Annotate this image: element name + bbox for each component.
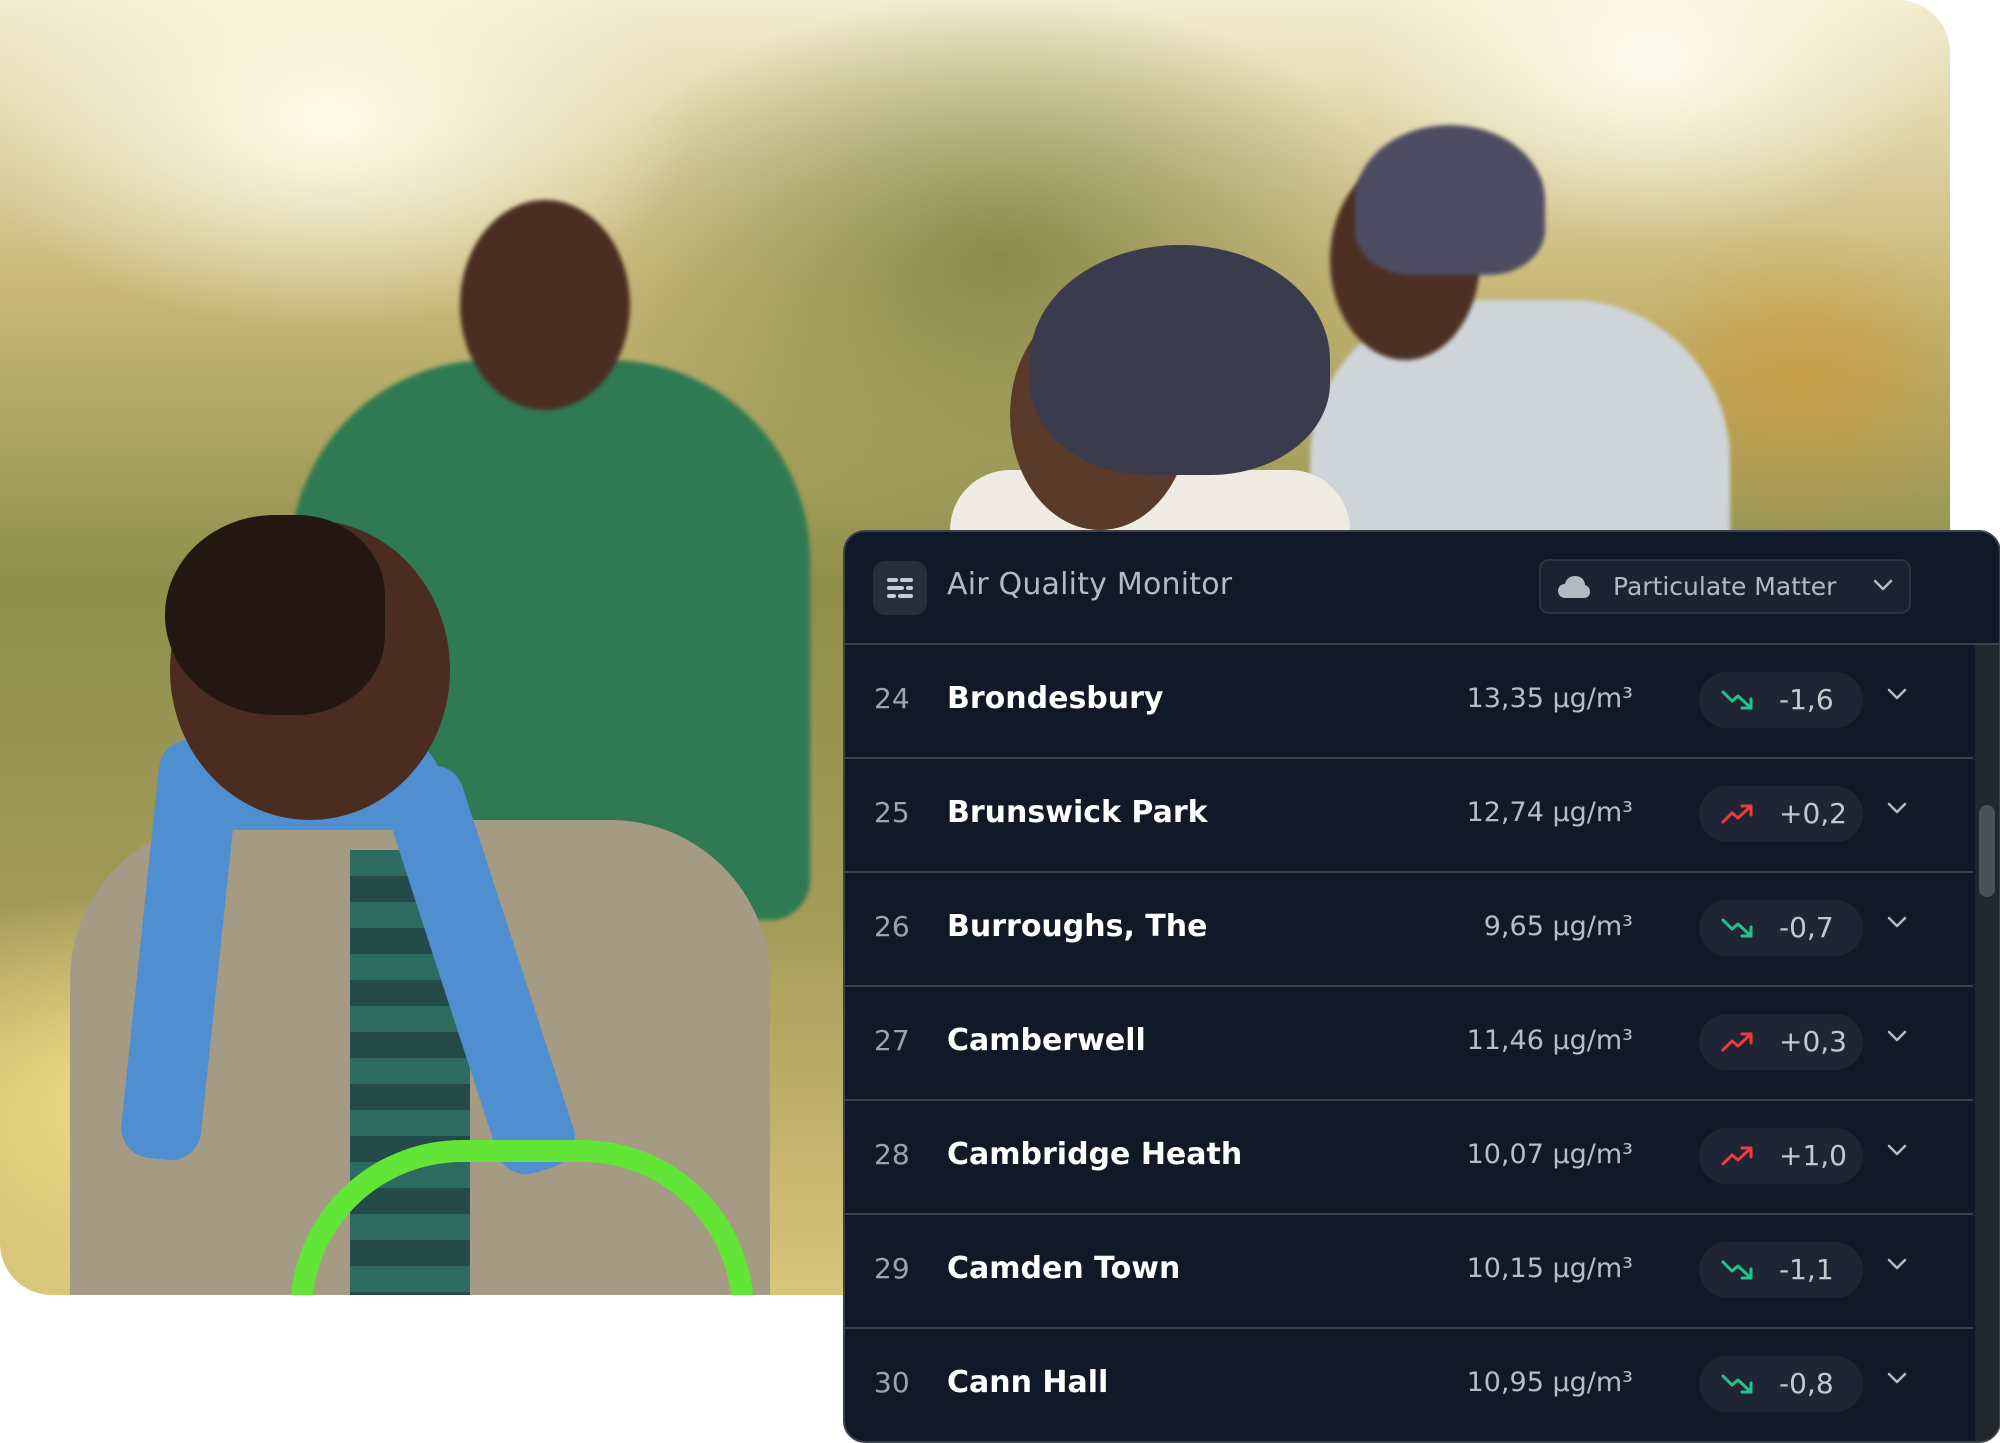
trend-down-icon	[1721, 1374, 1753, 1394]
row-pm-value: 11,46 μg/m³	[1466, 1025, 1633, 1056]
trend-delta: +0,3	[1779, 1025, 1847, 1058]
trend-badge: +0,3	[1699, 1014, 1863, 1070]
chevron-down-icon	[1873, 579, 1893, 591]
trend-badge: -0,8	[1699, 1356, 1863, 1412]
photo-girl-hat	[1030, 245, 1330, 475]
row-rank: 30	[874, 1366, 910, 1399]
dropdown-selected-value: Particulate Matter	[1613, 572, 1837, 601]
menu-button[interactable]	[873, 561, 927, 615]
trend-delta: -0,7	[1779, 911, 1834, 944]
cloud-icon	[1558, 575, 1590, 598]
trend-up-icon	[1721, 804, 1753, 824]
expand-chevron-icon[interactable]	[1887, 687, 1907, 701]
trend-delta: -1,6	[1779, 683, 1834, 716]
row-rank: 27	[874, 1024, 910, 1057]
row-pm-value: 9,65 μg/m³	[1483, 911, 1633, 942]
list-filter-icon	[887, 578, 913, 598]
trend-badge: -1,6	[1699, 672, 1863, 728]
pollutant-dropdown[interactable]: Particulate Matter	[1539, 559, 1911, 614]
row-pm-value: 10,07 μg/m³	[1466, 1139, 1633, 1170]
row-pm-value: 12,74 μg/m³	[1466, 797, 1633, 828]
air-quality-panel: Air Quality Monitor Particulate Matter 2…	[843, 530, 2000, 1443]
trend-down-icon	[1721, 1260, 1753, 1280]
trend-up-icon	[1721, 1032, 1753, 1052]
list-item[interactable]: 26 Burroughs, The 9,65 μg/m³ -0,7	[845, 873, 1973, 987]
panel-title: Air Quality Monitor	[947, 567, 1233, 602]
row-location-name: Burroughs, The	[947, 909, 1208, 944]
trend-delta: -1,1	[1779, 1253, 1834, 1286]
photo-woman-hat	[1355, 125, 1545, 275]
trend-delta: -0,8	[1779, 1367, 1834, 1400]
row-rank: 24	[874, 682, 910, 715]
row-location-name: Brondesbury	[947, 681, 1164, 716]
trend-down-icon	[1721, 918, 1753, 938]
row-location-name: Camden Town	[947, 1251, 1181, 1286]
panel-header: Air Quality Monitor Particulate Matter	[845, 532, 1999, 645]
list-item[interactable]: 25 Brunswick Park 12,74 μg/m³ +0,2	[845, 759, 1973, 873]
row-location-name: Camberwell	[947, 1023, 1146, 1058]
row-rank: 29	[874, 1252, 910, 1285]
trend-up-icon	[1721, 1146, 1753, 1166]
list-item[interactable]: 30 Cann Hall 10,95 μg/m³ -0,8	[845, 1329, 1973, 1441]
photo-boy-hair	[165, 515, 385, 715]
trend-down-icon	[1721, 690, 1753, 710]
trend-badge: +1,0	[1699, 1128, 1863, 1184]
list-item[interactable]: 27 Camberwell 11,46 μg/m³ +0,3	[845, 987, 1973, 1101]
trend-badge: -1,1	[1699, 1242, 1863, 1298]
photo-man-head	[460, 200, 630, 410]
expand-chevron-icon[interactable]	[1887, 1029, 1907, 1043]
row-pm-value: 10,95 μg/m³	[1466, 1367, 1633, 1398]
scrollbar-thumb[interactable]	[1979, 805, 1995, 897]
trend-badge: +0,2	[1699, 786, 1863, 842]
scrollbar-track[interactable]	[1975, 645, 1999, 1441]
list-item[interactable]: 24 Brondesbury 13,35 μg/m³ -1,6	[845, 645, 1973, 759]
row-location-name: Cann Hall	[947, 1365, 1109, 1400]
expand-chevron-icon[interactable]	[1887, 1257, 1907, 1271]
row-rank: 26	[874, 910, 910, 943]
row-rank: 25	[874, 796, 910, 829]
trend-delta: +1,0	[1779, 1139, 1847, 1172]
expand-chevron-icon[interactable]	[1887, 801, 1907, 815]
expand-chevron-icon[interactable]	[1887, 1143, 1907, 1157]
row-rank: 28	[874, 1138, 910, 1171]
row-location-name: Brunswick Park	[947, 795, 1208, 830]
row-pm-value: 13,35 μg/m³	[1466, 683, 1633, 714]
list-item[interactable]: 28 Cambridge Heath 10,07 μg/m³ +1,0	[845, 1101, 1973, 1215]
location-list: 24 Brondesbury 13,35 μg/m³ -1,6 25 Bruns…	[845, 645, 1973, 1441]
trend-badge: -0,7	[1699, 900, 1863, 956]
expand-chevron-icon[interactable]	[1887, 1371, 1907, 1385]
list-item[interactable]: 29 Camden Town 10,15 μg/m³ -1,1	[845, 1215, 1973, 1329]
trend-delta: +0,2	[1779, 797, 1847, 830]
expand-chevron-icon[interactable]	[1887, 915, 1907, 929]
row-pm-value: 10,15 μg/m³	[1466, 1253, 1633, 1284]
row-location-name: Cambridge Heath	[947, 1137, 1243, 1172]
